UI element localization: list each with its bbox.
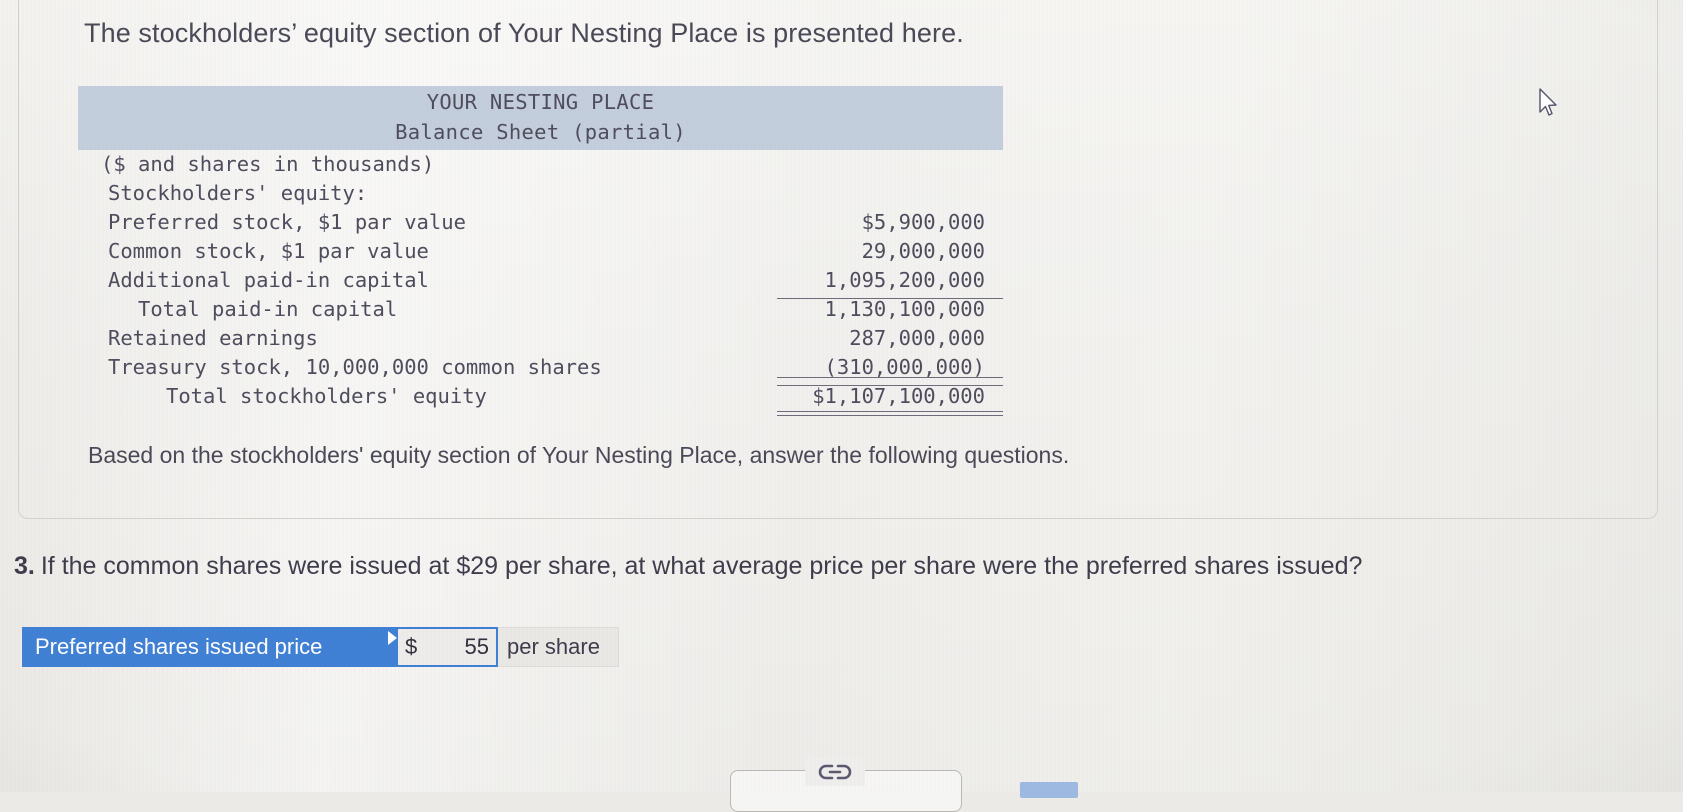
preferred-price-input[interactable]: $ 55 <box>396 627 498 667</box>
mouse-pointer-icon <box>1539 88 1557 116</box>
link-icon-glyph <box>818 764 852 780</box>
balance-sheet-row-label: Retained earnings <box>108 326 318 350</box>
balance-sheet-row-amount: 1,130,100,000 <box>824 297 985 321</box>
balance-sheet-rows: Preferred stock, $1 par value $5,900,000 C… <box>78 208 1008 416</box>
balance-sheet-row-label: Preferred stock, $1 par value <box>108 210 466 234</box>
balance-sheet-row-label: Common stock, $1 par value <box>108 239 429 263</box>
intro-heading: The stockholders’ equity section of Your… <box>84 18 964 48</box>
balance-sheet-row-amount: $5,900,000 <box>861 210 985 234</box>
answer-value[interactable]: 55 <box>417 634 489 660</box>
bottom-blue-chip-fragment[interactable] <box>1020 782 1078 798</box>
units-note-row: ($ and shares in thousands) <box>78 150 1003 179</box>
balance-sheet-row-amount: 29,000,000 <box>861 239 985 263</box>
statement-title: Balance Sheet (partial) <box>395 120 686 144</box>
balance-sheet-row: Total stockholders' equity $1,107,100,000 <box>78 377 1003 416</box>
question-text: If the common shares were issued at $29 … <box>40 552 1363 580</box>
link-icon[interactable] <box>805 758 865 786</box>
balance-sheet-row-amount: 1,095,200,000 <box>775 266 1003 299</box>
balance-sheet-row-label: Total paid-in capital <box>138 297 398 321</box>
balance-sheet-row-label: Additional paid-in capital <box>108 268 429 292</box>
company-name: YOUR NESTING PLACE <box>426 90 655 114</box>
balance-sheet-row: Additional paid-in capital 1,095,200,000 <box>78 266 1003 299</box>
answer-label: Preferred shares issued price <box>22 627 397 667</box>
balance-sheet-row: Preferred stock, $1 par value $5,900,000 <box>78 208 1003 237</box>
balance-sheet-row-amount: $1,107,100,000 <box>775 377 1003 416</box>
balance-sheet-row-amount: 287,000,000 <box>849 326 985 350</box>
balance-sheet-row: Common stock, $1 par value 29,000,000 <box>78 237 1003 266</box>
currency-symbol: $ <box>405 634 418 659</box>
balance-sheet-table: YOUR NESTING PLACE Balance Sheet (partia… <box>78 86 1008 416</box>
answer-suffix-label: per share <box>498 627 619 667</box>
instruction-text: Based on the stockholders' equity sectio… <box>88 442 1070 468</box>
balance-sheet-header-band: YOUR NESTING PLACE Balance Sheet (partia… <box>78 86 1003 150</box>
balance-sheet-row-label: Total stockholders' equity <box>166 384 487 408</box>
units-note: ($ and shares in thousands) <box>101 152 435 176</box>
question-number: 3. <box>14 552 35 580</box>
balance-sheet-row-label: Treasury stock, 10,000,000 common shares <box>108 355 602 379</box>
answer-row: Preferred shares issued price $ 55 per s… <box>22 627 619 667</box>
section-heading-row: Stockholders' equity: <box>78 179 1003 208</box>
question-block: 3. If the common shares were issued at $2… <box>14 552 1362 581</box>
balance-sheet-row: Retained earnings 287,000,000 <box>78 324 1003 353</box>
section-heading: Stockholders' equity: <box>108 181 368 205</box>
balance-sheet-row: Total paid-in capital 1,130,100,000 <box>78 295 1003 324</box>
